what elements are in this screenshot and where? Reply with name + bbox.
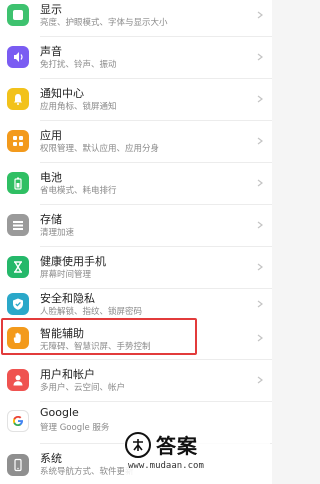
phone-system-icon — [7, 454, 29, 476]
settings-item-subtitle: 清理加速 — [40, 228, 75, 238]
settings-item-subtitle: 省电模式、耗电排行 — [40, 186, 117, 196]
settings-item-digital-balance[interactable]: 健康使用手机 屏幕时间管理 — [0, 247, 272, 289]
settings-item-subtitle: 免打扰、铃声、振动 — [40, 60, 117, 70]
watermark: 答案 www.mudaan.com — [124, 430, 270, 476]
settings-list: 显示 亮度、护眼模式、字体与显示大小 声音 免打扰、铃声、振动 通知中心 应用角… — [0, 0, 272, 484]
chevron-right-icon — [257, 53, 263, 61]
settings-item-subtitle: 管理 Google 服务 — [40, 423, 110, 433]
settings-item-subtitle: 多用户、云空间、帐户 — [40, 383, 126, 393]
settings-item-subtitle: 系统导航方式、软件更新 — [40, 467, 134, 477]
chevron-right-icon — [257, 334, 263, 342]
chevron-right-icon — [257, 221, 263, 229]
highlight-box — [1, 318, 197, 355]
settings-item-subtitle: 亮度、护眼模式、字体与显示大小 — [40, 18, 168, 28]
chevron-right-icon — [257, 300, 263, 308]
settings-item-users-accounts[interactable]: 用户和帐户 多用户、云空间、帐户 — [0, 360, 272, 402]
hourglass-icon — [7, 256, 29, 278]
watermark-logo-icon — [125, 432, 151, 458]
chevron-right-icon — [257, 179, 263, 187]
google-icon — [7, 410, 29, 432]
settings-item-subtitle: 应用角标、锁屏通知 — [40, 102, 117, 112]
settings-item-title: 通知中心 — [40, 87, 84, 100]
settings-item-display[interactable]: 显示 亮度、护眼模式、字体与显示大小 — [0, 0, 272, 36]
settings-item-battery[interactable]: 电池 省电模式、耗电排行 — [0, 163, 272, 205]
settings-item-title: 系统 — [40, 452, 62, 465]
shield-icon — [7, 293, 29, 315]
chevron-right-icon — [257, 263, 263, 271]
apps-grid-icon — [7, 130, 29, 152]
chevron-right-icon — [257, 95, 263, 103]
settings-item-subtitle: 权限管理、默认应用、应用分身 — [40, 144, 160, 154]
settings-item-title: 用户和帐户 — [40, 368, 95, 381]
settings-item-title: 健康使用手机 — [40, 255, 106, 268]
sound-icon — [7, 46, 29, 68]
display-icon — [7, 4, 29, 26]
battery-icon — [7, 172, 29, 194]
settings-item-title: Google — [40, 406, 79, 419]
settings-item-title: 声音 — [40, 45, 62, 58]
settings-item-subtitle: 人脸解锁、指纹、锁屏密码 — [40, 307, 143, 317]
settings-item-title: 存储 — [40, 213, 62, 226]
settings-item-title: 显示 — [40, 3, 62, 16]
watermark-name: 答案 — [156, 434, 198, 458]
chevron-right-icon — [257, 376, 263, 384]
settings-item-title: 应用 — [40, 129, 62, 142]
chevron-right-icon — [257, 137, 263, 145]
watermark-url: www.mudaan.com — [128, 461, 204, 471]
settings-item-subtitle: 屏幕时间管理 — [40, 270, 92, 280]
settings-item-title: 安全和隐私 — [40, 292, 95, 305]
user-icon — [7, 369, 29, 391]
settings-item-apps[interactable]: 应用 权限管理、默认应用、应用分身 — [0, 121, 272, 163]
settings-item-storage[interactable]: 存储 清理加速 — [0, 205, 272, 247]
settings-item-notification-center[interactable]: 通知中心 应用角标、锁屏通知 — [0, 79, 272, 121]
settings-item-sound[interactable]: 声音 免打扰、铃声、振动 — [0, 37, 272, 79]
notification-bell-icon — [7, 88, 29, 110]
chevron-right-icon — [257, 11, 263, 19]
storage-icon — [7, 214, 29, 236]
settings-item-title: 电池 — [40, 171, 62, 184]
